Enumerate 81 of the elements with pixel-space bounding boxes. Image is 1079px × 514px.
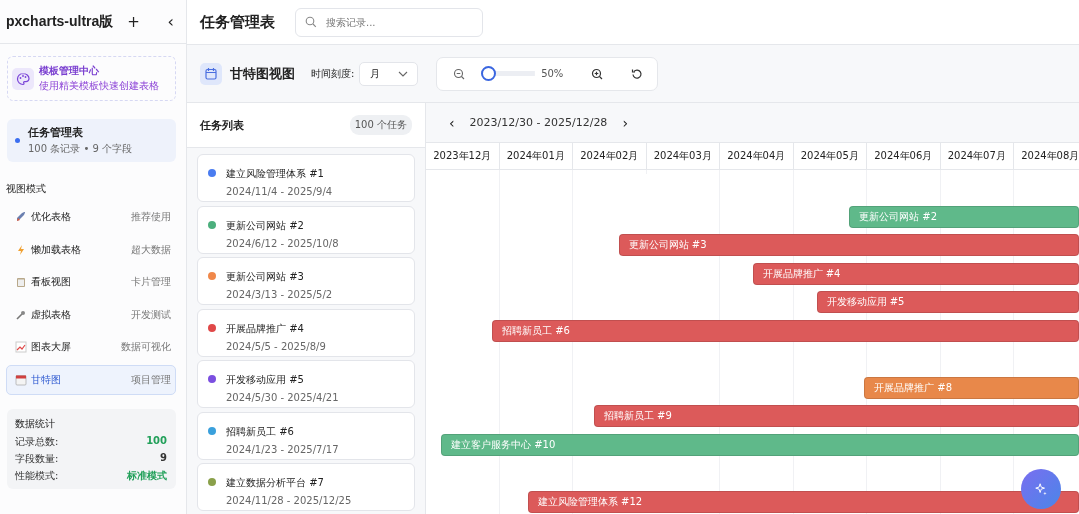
task-name: 开展品牌推广 #4 (226, 321, 305, 336)
task-dates: 2024/6/12 - 2025/10/8 (226, 237, 339, 249)
task-name: 建立风险管理体系 #1 (226, 167, 325, 181)
add-button[interactable]: + (123, 12, 144, 31)
chevron-down-icon (398, 70, 409, 77)
sparkle-icon (1034, 482, 1048, 496)
task-card[interactable]: 开展品牌推广 #4 2024/5/5 - 2025/8/9 (197, 308, 415, 357)
clipboard-icon (15, 276, 27, 289)
next-button[interactable]: › (619, 114, 631, 131)
template-title: 模板管理中心 (39, 64, 100, 78)
table-name: 任务管理表 (28, 125, 84, 140)
stat-label: 性能模式: (15, 469, 59, 483)
scale-label: 时间刻度: (311, 66, 355, 81)
task-count-badge: 100 个任务 (349, 115, 412, 135)
month-header: 2024年01月 (499, 143, 573, 169)
stat-value: 100 (146, 435, 167, 448)
task-list-title: 任务列表 (200, 117, 244, 133)
stat-value: 标准模式 (127, 469, 167, 483)
month-header: 2024年02月 (573, 143, 647, 169)
month-header: 2024年08月 (1014, 143, 1079, 169)
table-card[interactable]: 任务管理表 100 条记录 • 9 个字段 (7, 119, 176, 162)
page-title: 任务管理表 (200, 12, 275, 32)
task-bar[interactable]: 更新公司网站 #3 (618, 234, 1079, 256)
task-dates: 2024/5/5 - 2025/8/9 (226, 340, 326, 352)
month-header: 2024年05月 (793, 143, 867, 169)
month-header: 2024年07月 (940, 143, 1014, 169)
task-bar[interactable]: 开展品牌推广 #4 (752, 262, 1079, 285)
previous-button[interactable]: ‹ (446, 114, 458, 131)
slider-thumb[interactable] (481, 66, 497, 81)
task-card[interactable]: 更新公司网站 #3 2024/3/13 - 2025/5/2 (197, 257, 415, 305)
month-header: 2024年03月 (646, 143, 720, 169)
chart-icon (15, 341, 27, 354)
view-item[interactable]: 看板视图 卡片管理 (6, 267, 176, 298)
task-name: 更新公司网站 #3 (226, 270, 305, 284)
view-item[interactable]: 虚拟表格 开发测试 (6, 299, 176, 330)
task-card[interactable]: 更新公司网站 #2 2024/6/12 - 2025/10/8 (197, 205, 415, 254)
view-item[interactable]: 甘特图 项目管理 (6, 364, 176, 395)
calendar-icon (200, 62, 222, 85)
view-item[interactable]: 优化表格 推荐使用 (6, 202, 176, 233)
task-card[interactable]: 开发移动应用 #5 2024/5/30 - 2025/4/21 (197, 360, 415, 408)
task-name: 开发移动应用 #5 (226, 373, 305, 387)
task-name: 招聘新员工 #6 (226, 424, 295, 439)
calendar-icon (15, 373, 27, 386)
stats-title: 数据统计 (15, 417, 56, 431)
table-meta: 100 条记录 • 9 个字段 (28, 141, 133, 156)
wrench-icon (15, 308, 27, 321)
zoom-reading: 50% (541, 68, 564, 79)
palette-icon (12, 67, 34, 90)
month-header: 2023年12月 (426, 143, 500, 169)
search-field[interactable]: 搜索记录... (295, 7, 483, 37)
scale-select[interactable]: 月 (359, 61, 419, 86)
view-title: 甘特图视图 (230, 64, 295, 83)
task-name: 建立数据分析平台 #7 (226, 476, 325, 490)
section-heading: 视图模式 (6, 182, 47, 196)
task-dates: 2024/5/30 - 2025/4/21 (226, 392, 339, 403)
collapse-button[interactable]: ‹ (163, 12, 178, 31)
task-card[interactable]: 招聘新员工 #6 2024/1/23 - 2025/7/17 (197, 411, 415, 460)
view-item[interactable]: 懒加载表格 超大数据 (6, 234, 176, 265)
stat-label: 字段数量: (15, 452, 59, 466)
date-range: 2023/12/30 - 2025/12/28 (469, 116, 608, 129)
app-title: pxcharts-ultra版 (6, 12, 114, 31)
template-card[interactable]: 模板管理中心 使用精美模板快速创建表格 (7, 56, 176, 101)
task-dates: 2024/3/13 - 2025/5/2 (226, 289, 333, 300)
template-subtitle: 使用精美模板快速创建表格 (39, 79, 159, 93)
task-name: 更新公司网站 #2 (226, 218, 305, 233)
month-header: 2024年06月 (867, 143, 941, 169)
table-dot-icon (15, 138, 20, 143)
stat-label: 记录总数: (15, 435, 59, 449)
task-card[interactable]: 建立数据分析平台 #7 2024/11/28 - 2025/12/25 (197, 463, 415, 511)
view-item[interactable]: 图表大屏 数据可视化 (6, 332, 176, 363)
task-bar[interactable]: 招聘新员工 #6 (491, 319, 1079, 342)
task-bar[interactable]: 开发移动应用 #5 (816, 291, 1079, 313)
task-bar[interactable]: 建立风险管理体系 #12 (527, 490, 1079, 513)
task-dates: 2024/1/23 - 2025/7/17 (226, 443, 339, 455)
task-bar[interactable]: 招聘新员工 #9 (593, 405, 1079, 427)
task-dates: 2024/11/4 - 2025/9/4 (226, 186, 333, 197)
task-card[interactable]: 建立风险管理体系 #1 2024/11/4 - 2025/9/4 (197, 154, 415, 202)
task-dates: 2024/11/28 - 2025/12/25 (226, 495, 352, 506)
stat-value: 9 (160, 452, 167, 465)
month-header: 2024年04月 (720, 143, 794, 169)
lightning-icon (15, 243, 27, 256)
